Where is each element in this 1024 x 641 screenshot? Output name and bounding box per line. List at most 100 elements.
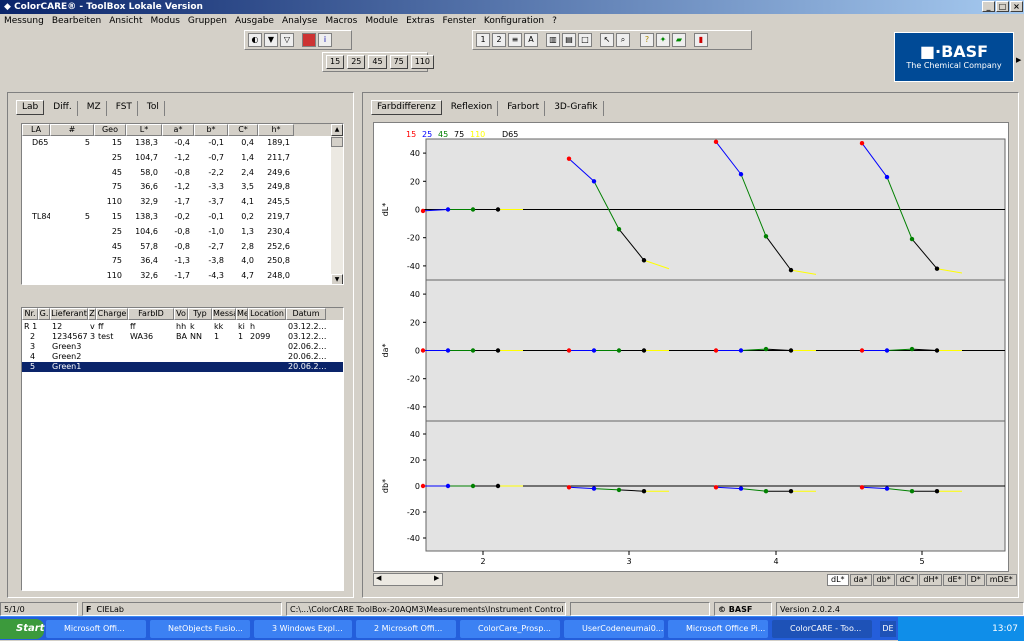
- left-tab-2[interactable]: MZ: [82, 101, 107, 116]
- table-row[interactable]: 25 104,6 -0,8 -1,0 1,3 230,4: [22, 225, 343, 240]
- right-tab-1[interactable]: Reflexion: [446, 101, 499, 116]
- list-item[interactable]: 4 Green2 20.06.2…: [22, 352, 343, 362]
- list-col-header[interactable]: FarbID: [128, 308, 174, 320]
- menu-item-7[interactable]: Macros: [321, 16, 361, 26]
- list-item[interactable]: 3 Green3 02.06.2…: [22, 342, 343, 352]
- list-col-header[interactable]: Charge: [96, 308, 128, 320]
- list-col-header[interactable]: Typ: [188, 308, 212, 320]
- table-row[interactable]: 75 36,4 -1,3 -3,8 4,0 250,8: [22, 254, 343, 269]
- menu-item-3[interactable]: Modus: [147, 16, 184, 26]
- table-row[interactable]: 45 57,8 -0,8 -2,7 2,8 252,6: [22, 240, 343, 255]
- lab-col-header[interactable]: #: [50, 124, 94, 136]
- list-col-header[interactable]: Location: [248, 308, 286, 320]
- diff-tab-4[interactable]: dH*: [919, 574, 943, 586]
- right-tab-0[interactable]: Farbdifferenz: [371, 100, 442, 115]
- right-tab-3[interactable]: 3D-Grafik: [549, 101, 604, 116]
- table-row[interactable]: 45 58,0 -0,8 -2,2 2,4 249,6: [22, 166, 343, 181]
- pointer-icon[interactable]: ↖: [600, 33, 614, 47]
- list-col-header[interactable]: Me: [236, 308, 248, 320]
- scroll-right-small-icon[interactable]: ▶: [434, 574, 439, 582]
- diff-tab-6[interactable]: D*: [966, 574, 985, 586]
- split-icon[interactable]: ▥: [546, 33, 560, 47]
- color-chart-icon[interactable]: [302, 33, 316, 47]
- menu-item-11[interactable]: Konfiguration: [480, 16, 548, 26]
- menu-item-12[interactable]: ?: [548, 16, 561, 26]
- tool-icon[interactable]: ✦: [656, 33, 670, 47]
- right-tab-2[interactable]: Farbort: [502, 101, 546, 116]
- table-row[interactable]: 25 104,7 -1,2 -0,7 1,4 211,7: [22, 151, 343, 166]
- list-col-header[interactable]: Nr.: [22, 308, 38, 320]
- view-rows-icon[interactable]: ≡: [508, 33, 522, 47]
- taskbar-item-6[interactable]: Microsoft Office Pi...: [668, 620, 768, 638]
- taskbar-item-4[interactable]: ColorCare_Prosp...: [460, 620, 560, 638]
- chart-scrollbar[interactable]: ◀ ▶: [373, 573, 443, 586]
- list-item[interactable]: R 1 12 v ff ff hh k kk ki h 03.12.2…: [22, 322, 343, 332]
- geometry-button-45[interactable]: 45: [368, 55, 387, 69]
- left-tab-3[interactable]: FST: [111, 101, 138, 116]
- list-col-header[interactable]: Lieferant: [50, 308, 88, 320]
- zoom-icon[interactable]: ⌕: [616, 33, 630, 47]
- menu-item-1[interactable]: Bearbeiten: [48, 16, 105, 26]
- filter-edit-icon[interactable]: ▽: [280, 33, 294, 47]
- diff-tab-1[interactable]: da*: [849, 574, 872, 586]
- menu-item-5[interactable]: Ausgabe: [231, 16, 278, 26]
- menu-item-2[interactable]: Ansicht: [105, 16, 146, 26]
- list-col-header[interactable]: Z: [88, 308, 96, 320]
- minimize-button[interactable]: _: [982, 1, 995, 12]
- lab-col-header[interactable]: L*: [126, 124, 162, 136]
- table-row[interactable]: 110 32,9 -1,7 -3,7 4,1 245,5: [22, 195, 343, 210]
- menu-item-8[interactable]: Module: [361, 16, 402, 26]
- left-tab-4[interactable]: Tol: [142, 101, 165, 116]
- table-row[interactable]: 75 36,6 -1,2 -3,3 3,5 249,8: [22, 180, 343, 195]
- table-row[interactable]: D65 5 15 138,3 -0,4 -0,1 0,4 189,1: [22, 136, 343, 151]
- view-2-icon[interactable]: 2: [492, 33, 506, 47]
- list-col-header[interactable]: Messa: [212, 308, 236, 320]
- taskbar-item-7[interactable]: ColorCARE - Too...: [772, 620, 872, 638]
- taskbar-item-0[interactable]: Microsoft Offi...: [46, 620, 146, 638]
- lab-col-header[interactable]: h*: [258, 124, 294, 136]
- menu-item-4[interactable]: Gruppen: [184, 16, 231, 26]
- maximize-button[interactable]: □: [996, 1, 1009, 12]
- menu-item-6[interactable]: Analyse: [278, 16, 321, 26]
- taskbar-item-3[interactable]: 2 Microsoft Offi...: [356, 620, 456, 638]
- window-icon[interactable]: □: [578, 33, 592, 47]
- list-item[interactable]: 2 1234567 3 test WA36 BA NN 1 1 2099 03.12.2…: [22, 332, 343, 342]
- taskbar-item-1[interactable]: NetObjects Fusio...: [150, 620, 250, 638]
- left-tab-0[interactable]: Lab: [16, 100, 45, 115]
- exit-icon[interactable]: ▮: [694, 33, 708, 47]
- diff-tab-3[interactable]: dC*: [895, 574, 919, 586]
- list-col-header[interactable]: Vo: [174, 308, 188, 320]
- geometry-button-110[interactable]: 110: [410, 55, 435, 69]
- taskbar-item-5[interactable]: UserCodeneumai0...: [564, 620, 664, 638]
- lab-scrollbar[interactable]: ▲ ▼: [331, 124, 343, 284]
- start-button[interactable]: Start: [0, 619, 44, 639]
- palette-icon[interactable]: ◐: [248, 33, 262, 47]
- truck-icon[interactable]: ▰: [672, 33, 686, 47]
- diff-tab-5[interactable]: dE*: [943, 574, 966, 586]
- close-button[interactable]: ×: [1010, 1, 1023, 12]
- view-a-icon[interactable]: A: [524, 33, 538, 47]
- list-item[interactable]: 5 Green1 20.06.2…: [22, 362, 343, 372]
- diff-tab-0[interactable]: dL*: [827, 574, 849, 586]
- lab-col-header[interactable]: LA: [22, 124, 50, 136]
- geometry-button-25[interactable]: 25: [347, 55, 366, 69]
- lab-col-header[interactable]: a*: [162, 124, 194, 136]
- help-icon[interactable]: ?: [640, 33, 654, 47]
- scroll-thumb[interactable]: [331, 137, 343, 147]
- menu-item-9[interactable]: Extras: [402, 16, 438, 26]
- taskbar-item-2[interactable]: 3 Windows Expl...: [254, 620, 352, 638]
- diff-tab-2[interactable]: db*: [872, 574, 895, 586]
- filter-icon[interactable]: ▼: [264, 33, 278, 47]
- scroll-down-icon[interactable]: ▼: [331, 274, 343, 284]
- info-icon[interactable]: i: [318, 33, 332, 47]
- lab-col-header[interactable]: C*: [228, 124, 258, 136]
- table-row[interactable]: TL84 5 15 138,3 -0,2 -0,1 0,2 219,7: [22, 210, 343, 225]
- split-h-icon[interactable]: ▤: [562, 33, 576, 47]
- scroll-left-icon[interactable]: ◀: [376, 574, 381, 582]
- table-row[interactable]: A515138,3-0,2-0,30,3237,4: [22, 284, 343, 285]
- lab-col-header[interactable]: b*: [194, 124, 228, 136]
- language-indicator[interactable]: DE: [880, 621, 896, 637]
- diff-tab-7[interactable]: mDE*: [985, 574, 1017, 586]
- left-tab-1[interactable]: Diff.: [48, 101, 78, 116]
- geometry-button-15[interactable]: 15: [326, 55, 345, 69]
